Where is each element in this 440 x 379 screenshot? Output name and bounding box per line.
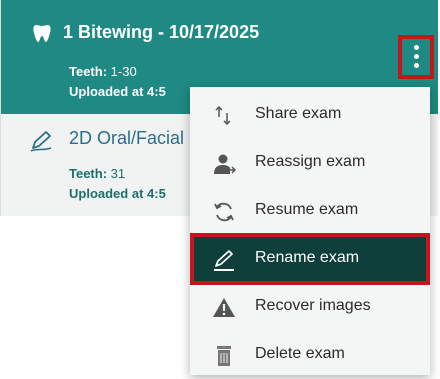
share-icon: [215, 105, 231, 126]
menu-item-reassign-exam[interactable]: Reassign exam: [190, 139, 430, 187]
menu-item-resume-exam[interactable]: Resume exam: [190, 187, 430, 235]
exam-title: 2D Oral/Facial: [69, 128, 185, 148]
menu-item-rename-exam[interactable]: Rename exam: [190, 233, 430, 285]
trash-icon: [217, 346, 231, 366]
tooth-icon: [33, 25, 51, 42]
exam-context-menu: Share exam Reassign exam Resume exam Ren…: [190, 87, 430, 375]
uploaded-value: 4:5: [147, 186, 166, 201]
menu-item-label: Reassign exam: [255, 153, 366, 170]
uploaded-value: 4:5: [147, 84, 166, 99]
teeth-value: 31: [110, 166, 126, 181]
menu-item-label: Recover images: [255, 297, 371, 314]
exam-uploaded: Uploaded at 4:5: [69, 186, 166, 201]
teeth-label: Teeth:: [69, 64, 108, 79]
exam-teeth: Teeth: 31: [69, 166, 125, 181]
uploaded-label: Uploaded at: [69, 84, 144, 99]
exam-uploaded: Uploaded at 4:5: [69, 84, 166, 99]
menu-item-label: Resume exam: [255, 201, 359, 218]
kebab-icon: [414, 45, 419, 50]
menu-item-label: Rename exam: [255, 249, 360, 266]
warning-icon: [213, 298, 235, 317]
menu-item-recover-images[interactable]: Recover images: [190, 283, 430, 331]
resume-icon: [214, 202, 234, 222]
teeth-label: Teeth:: [69, 166, 108, 181]
reassign-icon: [214, 154, 236, 174]
uploaded-label: Uploaded at: [69, 186, 144, 201]
kebab-dot: [414, 54, 419, 59]
menu-item-label: Delete exam: [255, 345, 345, 362]
kebab-dot: [414, 63, 419, 68]
menu-item-share-exam[interactable]: Share exam: [190, 91, 430, 139]
menu-item-label: Share exam: [255, 105, 342, 122]
teeth-value: 1-30: [110, 64, 137, 79]
rename-icon: [214, 250, 234, 271]
more-options-button[interactable]: [398, 35, 434, 79]
exam-teeth: Teeth: 1-30: [69, 64, 137, 79]
menu-item-delete-exam[interactable]: Delete exam: [190, 331, 430, 379]
exam-title: 1 Bitewing - 10/17/2025: [63, 22, 260, 42]
pen-icon: [30, 131, 52, 152]
